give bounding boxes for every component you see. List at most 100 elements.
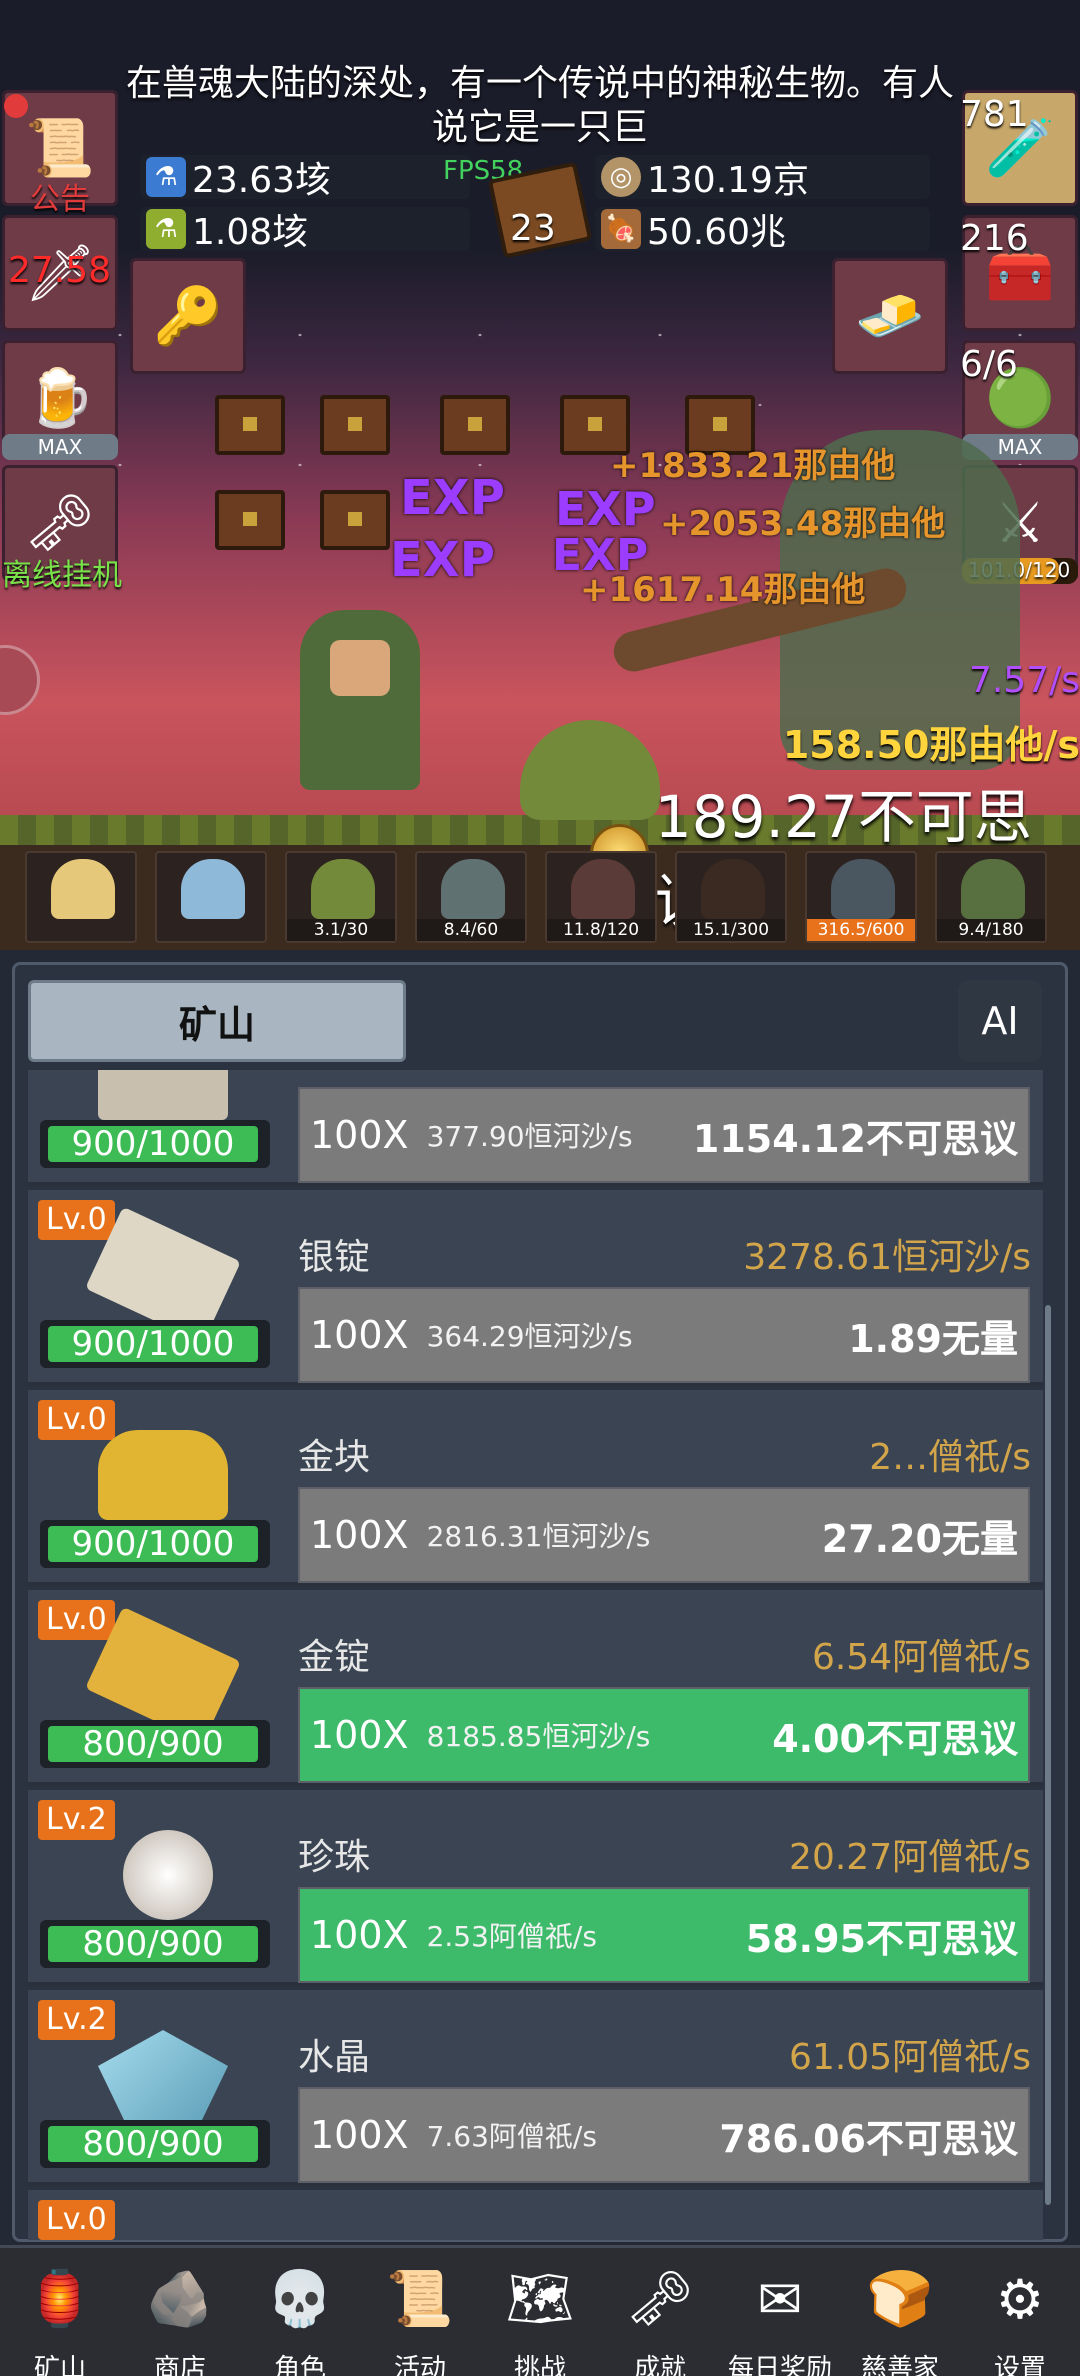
goblin-unit-slot[interactable]: 9.4/180 — [935, 851, 1047, 943]
ai-button[interactable]: AI — [958, 980, 1042, 1062]
capacity-bar: 800/900 — [40, 1720, 270, 1768]
chest-count: 216 — [960, 218, 1029, 259]
gold-bar-icon: 🧈 — [855, 284, 925, 349]
buy-button[interactable]: 100X 2.53阿僧祇/s 58.95不可思议 — [298, 1887, 1030, 1983]
nav-achievements[interactable]: 🗝 成就 — [600, 2248, 720, 2376]
sword-timer: 27.58 — [8, 250, 112, 291]
zombie-unit-slot[interactable]: 8.4/60 — [415, 851, 527, 943]
resource-meat: 🍖 50.60兆 — [595, 207, 930, 253]
chest-sprite[interactable] — [215, 395, 285, 455]
gear-icon: ⚙ — [995, 2267, 1045, 2331]
damage-float: +2053.48那由他 — [660, 504, 946, 544]
stone-tablet-icon: 🪨 — [146, 2267, 214, 2330]
gold-nugget-icon — [98, 1430, 228, 1520]
nav-philanthropist[interactable]: 🍞 慈善家 — [840, 2248, 960, 2376]
egg-slot[interactable] — [155, 851, 267, 943]
nav-challenge[interactable]: 🗺 挑战 — [480, 2248, 600, 2376]
lantern-icon: 🏮 — [26, 2267, 94, 2330]
capacity-bar: 900/1000 — [40, 1320, 270, 1368]
level-badge: Lv.0 — [38, 2200, 115, 2240]
candle-slot[interactable] — [25, 851, 137, 943]
hero-character — [300, 610, 420, 790]
exp-float: EXP — [400, 470, 505, 526]
item-name: 银锭 — [298, 1237, 371, 1278]
golden-key-button[interactable]: 🔑 — [130, 258, 246, 374]
exp-float: EXP — [390, 532, 495, 588]
exp-rate: 7.57/s — [968, 660, 1080, 701]
ghost-unit-slot[interactable]: 316.5/600 — [805, 851, 917, 943]
exp-float: EXP — [552, 530, 649, 581]
ghost-unit-icon — [831, 859, 895, 919]
scroll-icon: 📜 — [25, 116, 95, 181]
buy-button[interactable]: 100X 7.63阿僧祇/s 786.06不可思议 — [298, 2087, 1030, 2183]
bottom-nav: 🏮 矿山 🪨 商店 💀 角色 📜 活动 🗺 挑战 🗝 成就 ✉ 每日奖励 🍞 慈… — [0, 2245, 1080, 2376]
gold-bar-button[interactable]: 🧈 — [832, 258, 948, 374]
spider-unit-slot[interactable]: 15.1/300 — [675, 851, 787, 943]
side-toggle-button[interactable] — [0, 645, 40, 715]
nav-character[interactable]: 💀 角色 — [240, 2248, 360, 2376]
level-badge: Lv.0 — [38, 1200, 115, 1240]
nav-settings[interactable]: ⚙ 设置 — [960, 2248, 1080, 2376]
beer-icon: 🍺 — [25, 366, 95, 431]
nav-mine[interactable]: 🏮 矿山 — [0, 2248, 120, 2376]
item-rate: 20.27阿僧祇/s — [789, 1837, 1031, 1878]
chest-sprite[interactable] — [320, 490, 390, 550]
nav-daily-reward[interactable]: ✉ 每日奖励 — [720, 2248, 840, 2376]
item-name: 金锭 — [298, 1637, 371, 1678]
item-name: 水晶 — [298, 2037, 371, 2078]
book-count: 23 — [510, 208, 556, 249]
mine-row-crystal: Lv.2 水晶 61.05阿僧祇/s 800/900 100X 7.63阿僧祇/… — [28, 1990, 1043, 2186]
mine-row-pearl: Lv.2 珍珠 20.27阿僧祇/s 800/900 100X 2.53阿僧祇/… — [28, 1790, 1043, 1986]
buy-button[interactable]: 100X 364.29恒河沙/s 1.89无量 — [298, 1287, 1030, 1383]
skull-icon: 💀 — [266, 2267, 334, 2330]
chest-sprite[interactable] — [320, 395, 390, 455]
candle-icon — [51, 859, 115, 919]
slime-unit-icon — [311, 859, 375, 919]
scrollbar[interactable] — [1045, 1305, 1051, 2205]
mine-row-silver-ingot: Lv.0 银锭 3278.61恒河沙/s 900/1000 100X 364.2… — [28, 1190, 1043, 1386]
meat-icon: 🍖 — [601, 209, 641, 249]
capacity-bar: 900/1000 — [40, 1520, 270, 1568]
item-name: 珍珠 — [298, 1837, 371, 1878]
item-rate: 2…僧祇/s — [869, 1437, 1031, 1478]
mine-panel: 矿山 AI 900/1000 100X 377.90恒河沙/s 1154.12不… — [0, 950, 1080, 2376]
game-scene[interactable]: 在兽魂大陆的深处，有一个传说中的神秘生物。有人说它是一只巨 ⚗ 23.63垓 ⚗… — [0, 0, 1080, 950]
map-icon: 🗺 — [505, 2267, 575, 2330]
notification-dot — [4, 94, 28, 118]
mine-item-list[interactable]: 900/1000 100X 377.90恒河沙/s 1154.12不可思议 Lv… — [28, 1070, 1043, 2240]
offline-label: 离线挂机 — [2, 558, 122, 593]
crystal-icon — [98, 2030, 228, 2120]
buy-button[interactable]: 100X 2816.31恒河沙/s 27.20无量 — [298, 1487, 1030, 1583]
zombie-unit-icon — [441, 859, 505, 919]
mine-row-next: Lv.0 — [28, 2190, 1043, 2240]
level-badge: Lv.2 — [38, 2000, 115, 2040]
chest-sprite[interactable] — [215, 490, 285, 550]
coin-icon: ◎ — [601, 157, 641, 197]
level-badge: Lv.2 — [38, 1800, 115, 1840]
scroll-icon: 📜 — [386, 2267, 454, 2330]
item-name: 金块 — [298, 1437, 371, 1478]
golden-key-icon: 🔑 — [153, 284, 223, 349]
level-badge: Lv.0 — [38, 1600, 115, 1640]
spider-unit-icon — [701, 859, 765, 919]
bat-unit-slot[interactable]: 11.8/120 — [545, 851, 657, 943]
pearl-icon — [123, 1830, 213, 1920]
capacity-bar: 800/900 — [40, 2120, 270, 2168]
chest-sprite[interactable] — [440, 395, 510, 455]
nav-events[interactable]: 📜 活动 — [360, 2248, 480, 2376]
mine-row-stone: 900/1000 100X 377.90恒河沙/s 1154.12不可思议 — [28, 1070, 1043, 1186]
key-icon: 🗝 — [625, 2267, 695, 2330]
buy-button[interactable]: 100X 377.90恒河沙/s 1154.12不可思议 — [298, 1087, 1030, 1183]
slime-unit-slot[interactable]: 3.1/30 — [285, 851, 397, 943]
potion-count: 781 — [960, 94, 1029, 135]
announcement-text: 在兽魂大陆的深处，有一个传说中的神秘生物。有人说它是一只巨 — [125, 63, 954, 148]
resource-blue-potion: ⚗ 23.63垓 — [140, 155, 470, 201]
buy-button[interactable]: 100X 8185.85恒河沙/s 4.00不可思议 — [298, 1687, 1030, 1783]
mine-row-gold-nugget: Lv.0 金块 2…僧祇/s 900/1000 100X 2816.31恒河沙/… — [28, 1390, 1043, 1586]
nav-shop[interactable]: 🪨 商店 — [120, 2248, 240, 2376]
key-icon: 🗝 — [24, 491, 96, 556]
stone-icon — [98, 1070, 228, 1120]
blue-potion-icon: ⚗ — [146, 157, 186, 197]
resource-green-potion: ⚗ 1.08垓 — [140, 207, 470, 253]
tab-mine[interactable]: 矿山 — [28, 980, 406, 1062]
